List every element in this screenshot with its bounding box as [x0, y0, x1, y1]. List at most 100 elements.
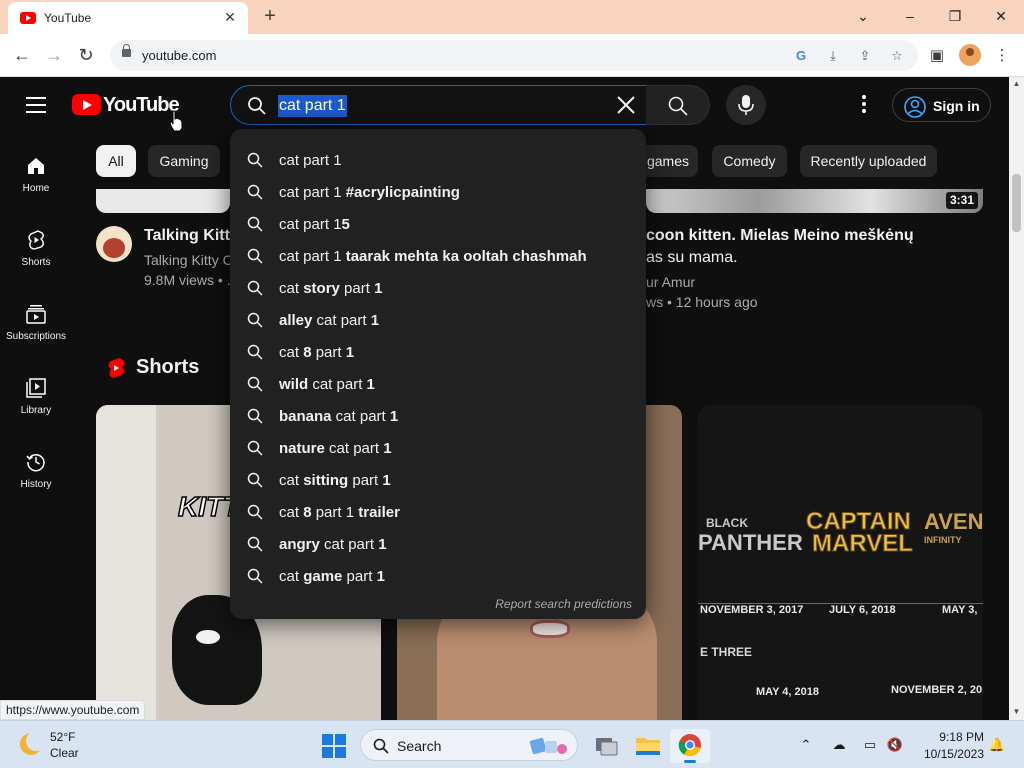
scrollbar-thumb[interactable] [1012, 174, 1021, 232]
youtube-wordmark: YouTube [103, 94, 180, 116]
scroll-up-arrow-icon[interactable]: ▲ [1012, 79, 1021, 88]
video-thumbnail-left[interactable] [96, 189, 230, 213]
weather-temperature[interactable]: 52°F [50, 730, 75, 744]
side-panel-icon[interactable]: ▣ [926, 45, 948, 67]
google-lens-icon[interactable]: G [791, 46, 811, 66]
suggestion-item[interactable]: angry cat part 1 [230, 528, 646, 560]
search-icon [247, 408, 263, 424]
guide-item-subscriptions[interactable]: Subscriptions [0, 304, 72, 364]
search-button[interactable] [646, 85, 710, 125]
suggestion-item[interactable]: cat part 15 [230, 208, 646, 240]
suggestion-item[interactable]: wild cat part 1 [230, 368, 646, 400]
clock-date[interactable]: 10/15/2023 [914, 747, 984, 761]
search-icon [247, 152, 263, 168]
chrome-taskbar-button[interactable] [670, 729, 710, 763]
new-tab-button[interactable]: + [258, 5, 282, 29]
tab-search-chevron-icon[interactable]: ⌄ [850, 4, 876, 28]
video-thumbnail-right[interactable] [646, 189, 983, 213]
suggestion-item[interactable]: cat story part 1 [230, 272, 646, 304]
browser-tab-bar: YouTube ✕ + ⌄ – ❐ ✕ [0, 0, 1024, 34]
search-query-text[interactable]: cat part 1 [278, 95, 347, 117]
guide-item-history[interactable]: History [0, 452, 72, 512]
chip-all[interactable]: All [96, 145, 136, 177]
file-explorer-button[interactable] [628, 729, 668, 763]
guide-item-home[interactable]: Home [0, 156, 72, 216]
install-app-icon[interactable]: ⤓ [823, 46, 843, 66]
page-scrollbar[interactable]: ▲ ▼ [1009, 77, 1024, 720]
address-bar[interactable]: youtube.com G ⤓ ⇪ ☆ [110, 40, 918, 71]
report-search-predictions-link[interactable]: Report search predictions [495, 597, 632, 611]
settings-menu-icon[interactable] [852, 95, 876, 117]
show-hidden-icons-chevron-icon[interactable]: ⌃ [796, 735, 816, 755]
channel-avatar[interactable] [96, 226, 132, 262]
bookmark-star-icon[interactable]: ☆ [887, 46, 907, 66]
weather-condition[interactable]: Clear [50, 746, 79, 760]
suggestion-item[interactable]: cat game part 1 [230, 560, 646, 592]
suggestion-item[interactable]: cat 8 part 1 [230, 336, 646, 368]
display-icon[interactable]: ▭ [860, 735, 880, 755]
hamburger-menu-icon[interactable] [26, 97, 46, 113]
onedrive-icon[interactable]: ☁ [829, 735, 849, 755]
video-channel-left[interactable]: Talking Kitty C [144, 252, 233, 268]
browser-tab-youtube[interactable]: YouTube ✕ [8, 2, 248, 34]
chip-games[interactable]: games [638, 145, 698, 177]
suggestion-item[interactable]: alley cat part 1 [230, 304, 646, 336]
suggestion-text: cat game part 1 [279, 568, 385, 585]
guide-item-shorts[interactable]: Shorts [0, 230, 72, 290]
restore-button[interactable]: ❐ [942, 4, 968, 28]
suggestion-text: nature cat part 1 [279, 440, 392, 457]
suggestion-item[interactable]: cat sitting part 1 [230, 464, 646, 496]
movie-title-1: BLACK PANTHER [698, 516, 803, 555]
suggestion-item[interactable]: cat part 1 [230, 144, 646, 176]
chip-comedy[interactable]: Comedy [712, 145, 787, 177]
suggestion-item[interactable]: cat part 1 #acrylicpainting [230, 176, 646, 208]
windows-start-icon[interactable] [322, 734, 346, 758]
moon-weather-icon[interactable] [20, 731, 46, 755]
status-bar-url: https://www.youtube.com [0, 700, 146, 720]
close-window-button[interactable]: ✕ [988, 4, 1014, 28]
sign-in-label: Sign in [933, 98, 980, 114]
guide-item-library[interactable]: Library [0, 378, 72, 438]
browser-toolbar: ← → ↻ youtube.com G ⤓ ⇪ ☆ ▣ ⋮ [0, 34, 1024, 77]
lock-icon[interactable] [122, 44, 131, 57]
profile-avatar[interactable] [959, 44, 981, 66]
clear-search-icon[interactable] [612, 91, 640, 119]
chip-recently-uploaded[interactable]: Recently uploaded [800, 145, 937, 177]
share-icon[interactable]: ⇪ [855, 46, 875, 66]
short-card-3[interactable]: BLACK PANTHER CAPTAIN MARVEL AVEN INFINI… [698, 405, 983, 720]
search-highlight-illustration-icon [529, 737, 567, 755]
movie-date-1: NOVEMBER 3, 2017 [700, 604, 804, 616]
scroll-down-arrow-icon[interactable]: ▼ [1012, 707, 1021, 716]
minimize-button[interactable]: – [897, 4, 923, 28]
chip-gaming[interactable]: Gaming [148, 145, 220, 177]
search-input[interactable]: cat part 1 [230, 85, 647, 125]
back-button[interactable]: ← [10, 43, 34, 67]
notification-bell-icon[interactable]: 🔔 [987, 735, 1007, 755]
video-title-right-line1[interactable]: coon kitten. Mielas Meino meškėnų [646, 227, 914, 245]
duration-badge: 3:31 [946, 192, 978, 209]
movie-title-2: CAPTAIN MARVEL [806, 508, 914, 557]
task-view-button[interactable] [586, 729, 626, 763]
reload-button[interactable]: ↻ [74, 43, 98, 67]
volume-muted-icon[interactable]: 🔇 [885, 735, 905, 755]
video-title-right-line2[interactable]: as su mama. [646, 249, 738, 267]
sign-in-button[interactable]: Sign in [892, 88, 991, 122]
suggestion-text: cat sitting part 1 [279, 472, 391, 489]
youtube-play-icon [72, 94, 101, 115]
forward-button[interactable]: → [42, 43, 66, 67]
url-text[interactable]: youtube.com [142, 48, 216, 63]
video-channel-right[interactable]: ur Amur [646, 274, 695, 290]
tab-close-icon[interactable]: ✕ [220, 7, 240, 27]
clock-time[interactable]: 9:18 PM [930, 730, 984, 744]
suggestion-item[interactable]: cat part 1 taarak mehta ka ooltah chashm… [230, 240, 646, 272]
suggestion-item[interactable]: nature cat part 1 [230, 432, 646, 464]
guide-label-library: Library [20, 405, 52, 416]
suggestion-text: alley cat part 1 [279, 312, 380, 329]
chrome-menu-icon[interactable]: ⋮ [991, 45, 1013, 67]
taskbar-search-box[interactable]: Search [360, 729, 578, 761]
suggestion-item[interactable]: banana cat part 1 [230, 400, 646, 432]
video-title-left[interactable]: Talking Kitty [144, 227, 239, 245]
mouth-shape [530, 620, 570, 638]
voice-search-button[interactable] [726, 85, 766, 125]
suggestion-item[interactable]: cat 8 part 1 trailer [230, 496, 646, 528]
